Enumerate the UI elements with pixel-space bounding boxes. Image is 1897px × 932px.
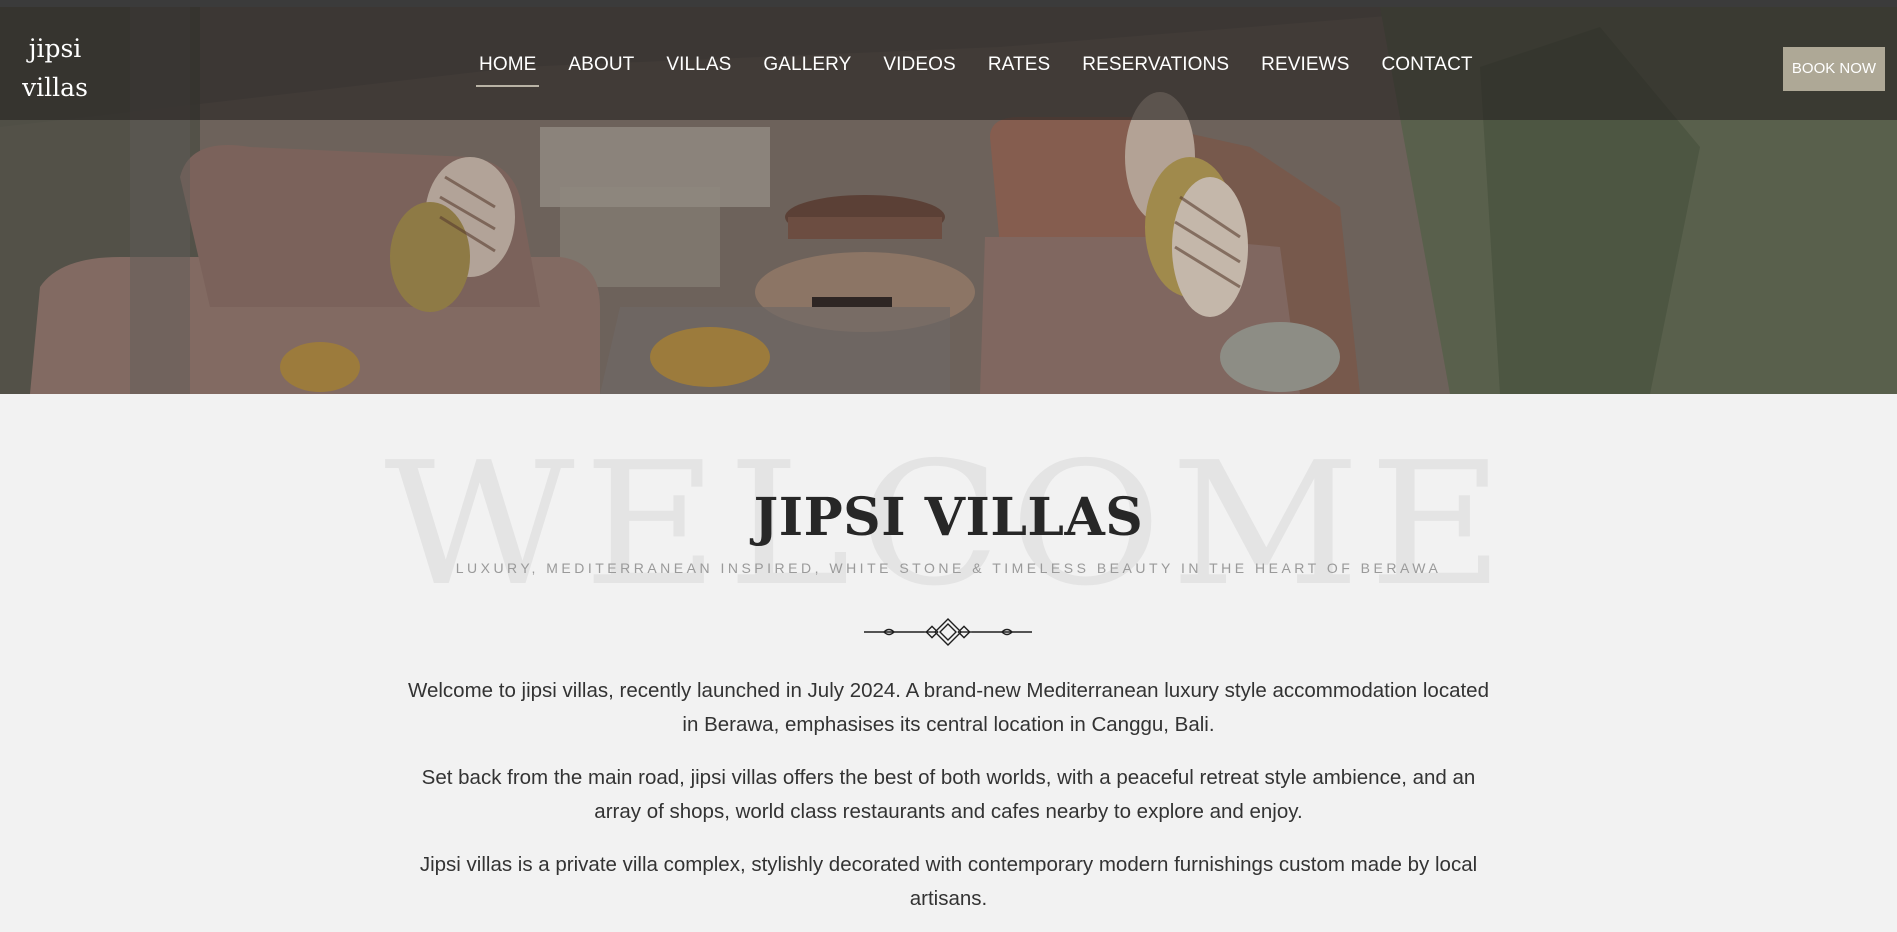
nav-item-contact[interactable]: CONTACT bbox=[1381, 53, 1472, 87]
divider-ornament-icon bbox=[864, 618, 1032, 646]
site-logo[interactable]: jipsi villas bbox=[22, 29, 88, 107]
book-now-button[interactable]: BOOK NOW bbox=[1783, 47, 1885, 91]
intro-paragraph-2: Set back from the main road, jipsi villa… bbox=[421, 766, 1476, 823]
intro-paragraph-1: Welcome to jipsi villas, recently launch… bbox=[408, 679, 1489, 736]
intro-paragraph-3: Jipsi villas is a private villa complex,… bbox=[419, 853, 1478, 910]
main-nav: HOME ABOUT VILLAS GALLERY VIDEOS RATES R… bbox=[475, 53, 1505, 87]
page-subtitle: LUXURY, MEDITERRANEAN INSPIRED, WHITE ST… bbox=[455, 560, 1442, 576]
nav-item-reservations[interactable]: RESERVATIONS bbox=[1082, 53, 1229, 87]
site-header: jipsi villas HOME ABOUT VILLAS GALLERY V… bbox=[0, 7, 1897, 120]
page-title: JIPSI VILLAS bbox=[753, 487, 1144, 548]
nav-item-videos[interactable]: VIDEOS bbox=[883, 53, 955, 87]
nav-item-about[interactable]: ABOUT bbox=[568, 53, 634, 87]
browser-top-line bbox=[0, 0, 1897, 7]
nav-item-home[interactable]: HOME bbox=[475, 53, 540, 87]
nav-item-reviews[interactable]: REVIEWS bbox=[1261, 53, 1349, 87]
nav-item-rates[interactable]: RATES bbox=[988, 53, 1050, 87]
nav-item-villas[interactable]: VILLAS bbox=[666, 53, 731, 87]
nav-item-gallery[interactable]: GALLERY bbox=[763, 53, 851, 87]
logo-line-1: jipsi bbox=[28, 34, 82, 63]
logo-line-2: villas bbox=[22, 73, 88, 102]
